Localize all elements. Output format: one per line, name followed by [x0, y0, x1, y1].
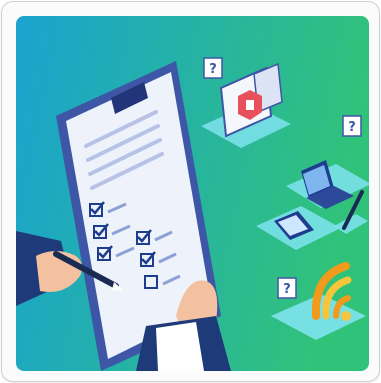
- question-badge-3: ?: [277, 277, 297, 299]
- illustration-svg: ? ? ?: [16, 16, 369, 371]
- svg-text:?: ?: [348, 120, 356, 135]
- card-frame: ? ? ?: [1, 1, 380, 382]
- svg-text:?: ?: [209, 62, 217, 77]
- question-badge-2: ?: [342, 115, 362, 137]
- svg-text:?: ?: [283, 282, 291, 297]
- question-badge-1: ?: [203, 57, 223, 79]
- illustration-card[interactable]: ? ? ?: [16, 16, 369, 371]
